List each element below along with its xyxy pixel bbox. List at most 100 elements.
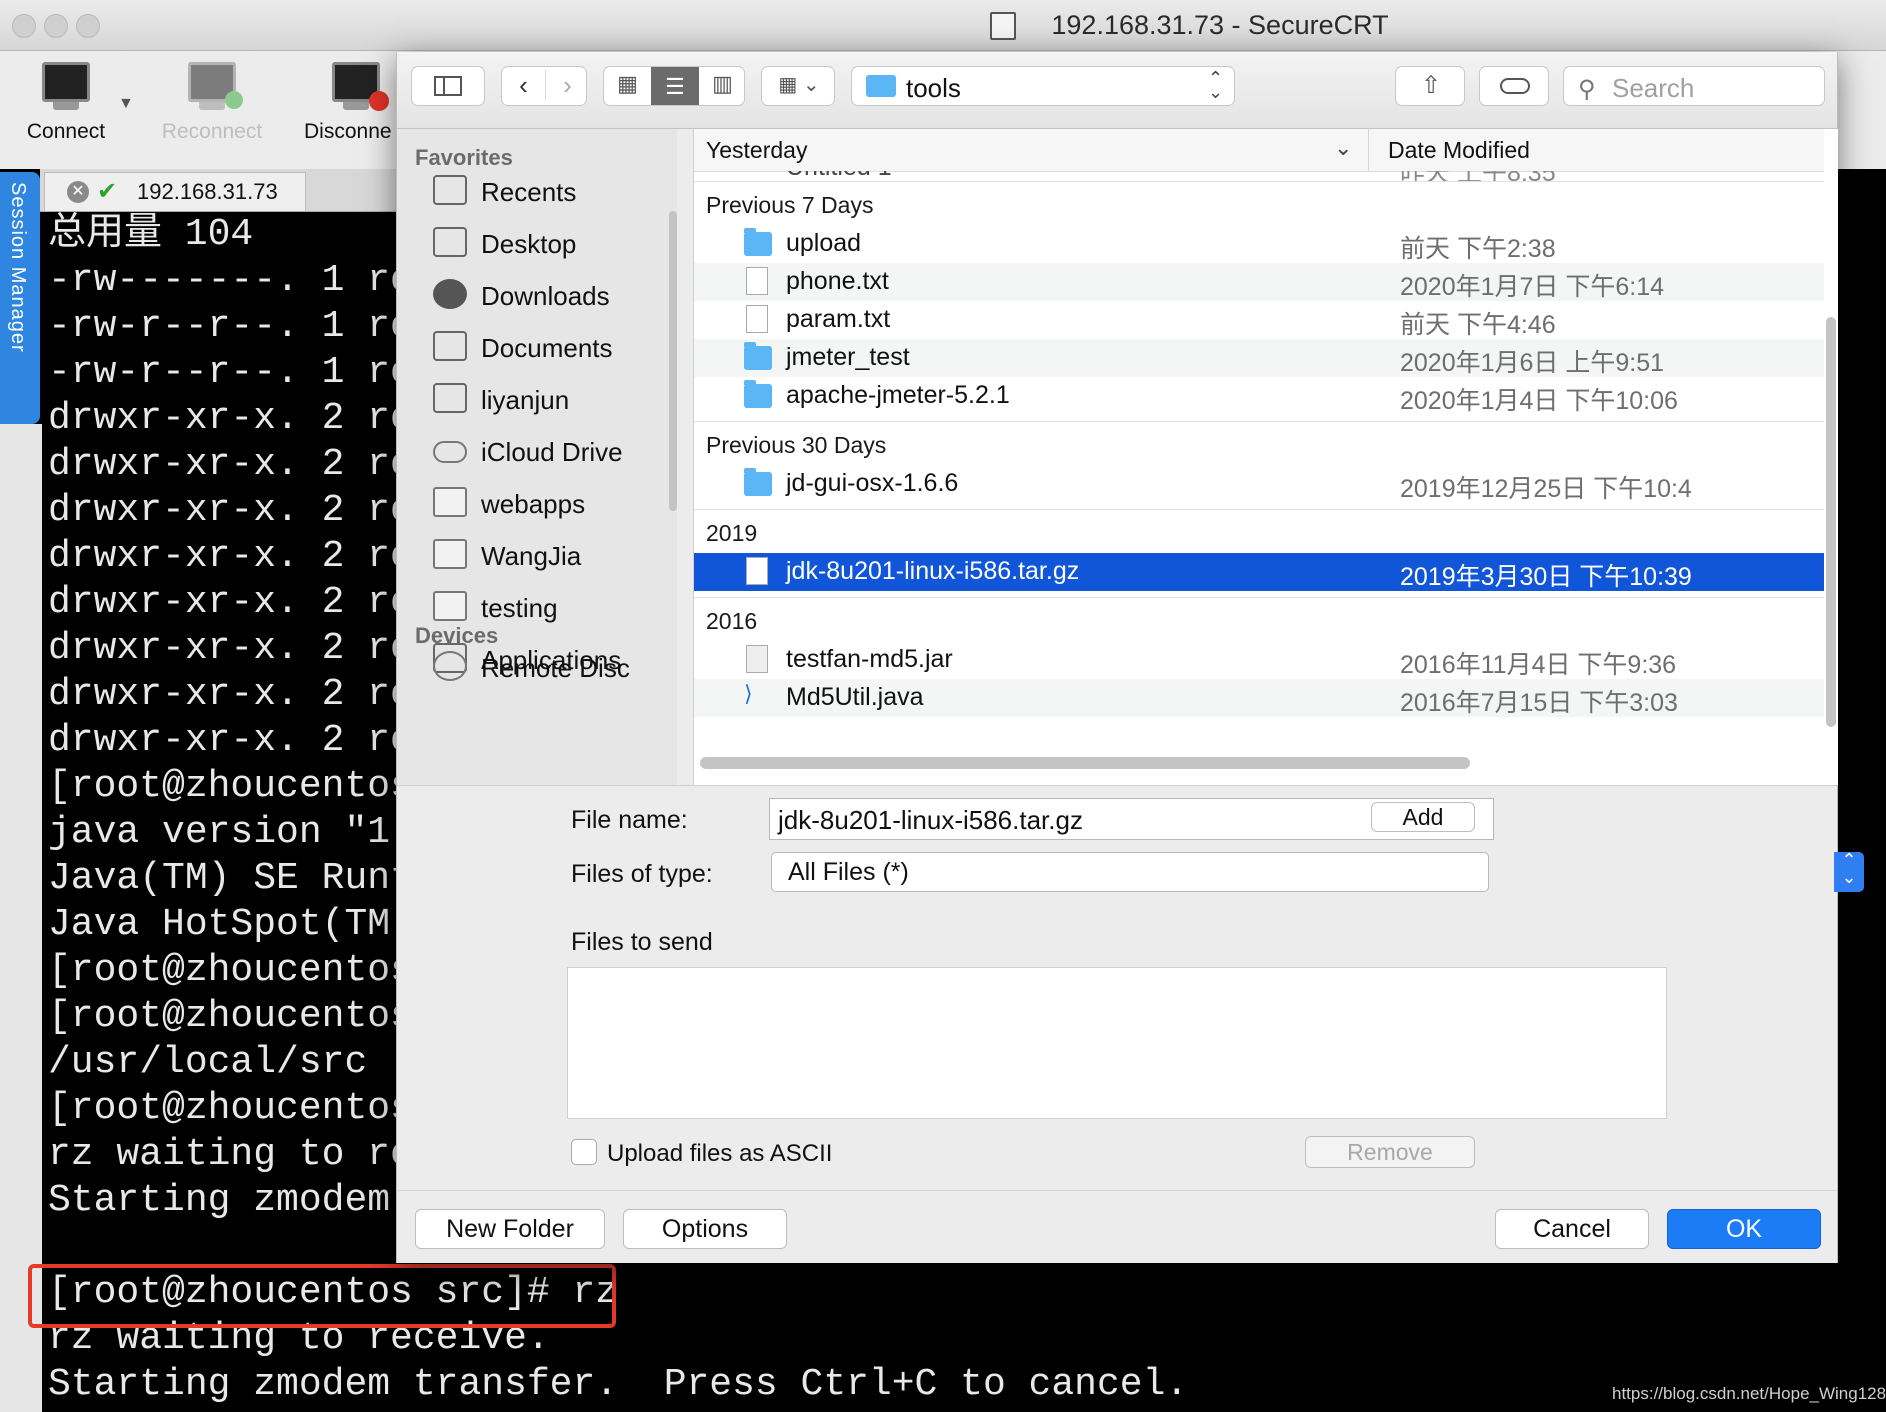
file-row[interactable]: apache-jmeter-5.2.1 2020年1月4日 下午10:06 <box>694 377 1824 415</box>
tag-icon <box>1500 78 1530 94</box>
sidebar-item-desktop[interactable]: Desktop <box>397 219 669 271</box>
new-folder-button[interactable]: New Folder <box>415 1209 605 1249</box>
sidebar-item-label: WangJia <box>481 541 582 571</box>
select-updown-icon: ⌃ ⌄ <box>1834 851 1864 892</box>
clock-icon <box>433 175 467 205</box>
doc-file-icon <box>746 305 768 333</box>
downloads-icon <box>433 279 467 309</box>
ok-button[interactable]: OK <box>1667 1209 1821 1249</box>
file-row[interactable]: param.txt 前天 下午4:46 <box>694 301 1824 339</box>
group-header: Previous 30 Days <box>694 421 1824 466</box>
search-placeholder: Search <box>1612 73 1695 103</box>
tag-button[interactable] <box>1479 66 1549 106</box>
file-row[interactable]: jd-gui-osx-1.6.6 2019年12月25日 下午10:4 <box>694 465 1824 503</box>
group-header: 2016 <box>694 597 1824 642</box>
documents-icon <box>433 331 467 361</box>
file-row[interactable]: jdk-8u201-linux-i586.tar.gz 2019年3月30日 下午… <box>694 553 1824 591</box>
session-manager-tab[interactable]: Session Manager <box>0 172 40 424</box>
sidebar-item-wangjia[interactable]: WangJia <box>397 531 669 583</box>
files-to-send-list[interactable] <box>567 967 1667 1119</box>
file-row[interactable]: ⟩ Md5Util.java 2016年7月15日 下午3:03 <box>694 679 1824 717</box>
close-tab-icon[interactable]: ✕ <box>67 181 89 203</box>
location-popup[interactable]: tools ⌃ ⌄ <box>851 66 1235 106</box>
sidebar-item-label: webapps <box>481 489 586 519</box>
desktop-icon <box>433 227 467 257</box>
file-row[interactable]: testfan-md5.jar 2016年11月4日 下午9:36 <box>694 641 1824 679</box>
file-name: apache-jmeter-5.2.1 <box>786 381 1010 409</box>
group-grid-chevron-icon: ▦ ⌄ <box>778 74 820 96</box>
folder-icon <box>866 75 896 97</box>
sidebar-scrollbar[interactable] <box>669 211 677 511</box>
file-date: 2019年12月25日 下午10:4 <box>1400 475 1692 503</box>
file-row[interactable]: phone.txt 2020年1月7日 下午6:14 <box>694 263 1824 301</box>
sidebar-item-downloads[interactable]: Downloads <box>397 271 669 323</box>
disconnect-button[interactable]: Disconne <box>288 57 398 157</box>
sidebar-toggle-button[interactable] <box>411 66 485 106</box>
sidebar-item-documents[interactable]: Documents <box>397 323 669 375</box>
files-of-type-label: Files of type: <box>571 860 713 888</box>
date-column-header[interactable]: Date Modified <box>1388 137 1530 164</box>
sidebar-item-label: iCloud Drive <box>481 437 623 467</box>
group-label: 2019 <box>706 520 758 546</box>
folder-icon <box>744 380 772 408</box>
watermark-text: https://blog.csdn.net/Hope_Wing1286 <box>1612 1384 1886 1403</box>
remove-button[interactable]: Remove <box>1305 1136 1475 1168</box>
sidebar-item-icloud-drive[interactable]: iCloud Drive <box>397 427 669 479</box>
forward-button[interactable]: › <box>545 70 589 101</box>
ascii-checkbox[interactable] <box>571 1139 597 1165</box>
sidebar-item-label: Recents <box>481 177 577 207</box>
ascii-label: Upload files as ASCII <box>607 1140 833 1167</box>
connected-check-icon: ✔ <box>97 178 118 205</box>
doc-file-icon <box>746 267 768 295</box>
sidebar-item-label: testing <box>481 593 558 623</box>
file-row[interactable]: upload 前天 下午2:38 <box>694 225 1824 263</box>
file-name: Md5Util.java <box>786 683 924 711</box>
search-field[interactable]: ⚲ Search <box>1563 66 1825 106</box>
sort-chevron-icon[interactable]: ⌄ <box>1334 135 1352 161</box>
group-header: 2019 <box>694 509 1824 554</box>
connect-dropdown-arrow-icon[interactable]: ▼ <box>118 95 134 113</box>
files-of-type-select[interactable]: All Files (*) ⌃ ⌄ <box>771 851 1864 892</box>
file-date: 2019年3月30日 下午10:39 <box>1400 563 1692 591</box>
disconnect-label: Disconne <box>304 120 392 143</box>
folder-icon <box>744 228 772 256</box>
vertical-scrollbar[interactable] <box>1826 317 1836 727</box>
file-date: 2016年7月15日 下午3:03 <box>1400 689 1678 717</box>
file-name: upload <box>786 229 862 257</box>
cancel-button[interactable]: Cancel <box>1495 1209 1649 1249</box>
file-name: jdk-8u201-linux-i586.tar.gz <box>786 557 1080 585</box>
connect-button[interactable]: Connect <box>0 57 136 157</box>
home-icon <box>433 383 467 413</box>
group-header: Previous 7 Days <box>694 181 1824 226</box>
file-date: 2016年11月4日 下午9:36 <box>1400 651 1677 679</box>
file-name: testfan-md5.jar <box>786 645 953 673</box>
file-name: jmeter_test <box>786 343 910 371</box>
session-tab[interactable]: ✕ ✔ 192.168.31.73 <box>44 172 306 211</box>
sidebar-item-remote-disc[interactable]: Remote Disc <box>397 643 669 687</box>
cloud-icon <box>433 441 467 463</box>
finder-sidebar: Favorites Recents Desktop Downloads Documen… <box>397 129 677 785</box>
share-icon: ⇧ <box>1420 72 1442 99</box>
group-by-button[interactable]: ▦ ⌄ <box>761 66 835 106</box>
add-button[interactable]: Add <box>1371 802 1475 832</box>
file-name: jd-gui-osx-1.6.6 <box>786 469 959 497</box>
name-column-header[interactable]: Yesterday <box>706 137 807 164</box>
file-date: 2020年1月4日 下午10:06 <box>1400 387 1678 415</box>
file-date: 前天 下午4:46 <box>1400 311 1556 339</box>
sidebar-item-label: Downloads <box>481 281 610 311</box>
dialog-toolbar: ‹ › ▦ ☰ ▥ ▦ ⌄ tools ⌃ ⌄ ⇧ ⚲ Search <box>397 52 1837 129</box>
reconnect-button[interactable]: Reconnect <box>142 57 282 157</box>
sidebar-item-recents[interactable]: Recents <box>397 167 669 219</box>
options-button[interactable]: Options <box>623 1209 787 1249</box>
file-row[interactable]: jmeter_test 2020年1月6日 上午9:51 <box>694 339 1824 377</box>
icon-view-icon[interactable]: ▦ <box>604 71 651 97</box>
file-date: 2020年1月7日 下午6:14 <box>1400 273 1665 301</box>
disc-icon <box>433 651 467 681</box>
share-button[interactable]: ⇧ <box>1395 66 1465 106</box>
horizontal-scrollbar[interactable] <box>700 757 1470 769</box>
sidebar-item-liyanjun[interactable]: liyanjun <box>397 375 669 427</box>
list-view-icon[interactable]: ☰ <box>651 67 699 105</box>
back-button[interactable]: ‹ <box>502 70 545 101</box>
column-view-icon[interactable]: ▥ <box>699 71 744 97</box>
sidebar-item-webapps[interactable]: webapps <box>397 479 669 531</box>
